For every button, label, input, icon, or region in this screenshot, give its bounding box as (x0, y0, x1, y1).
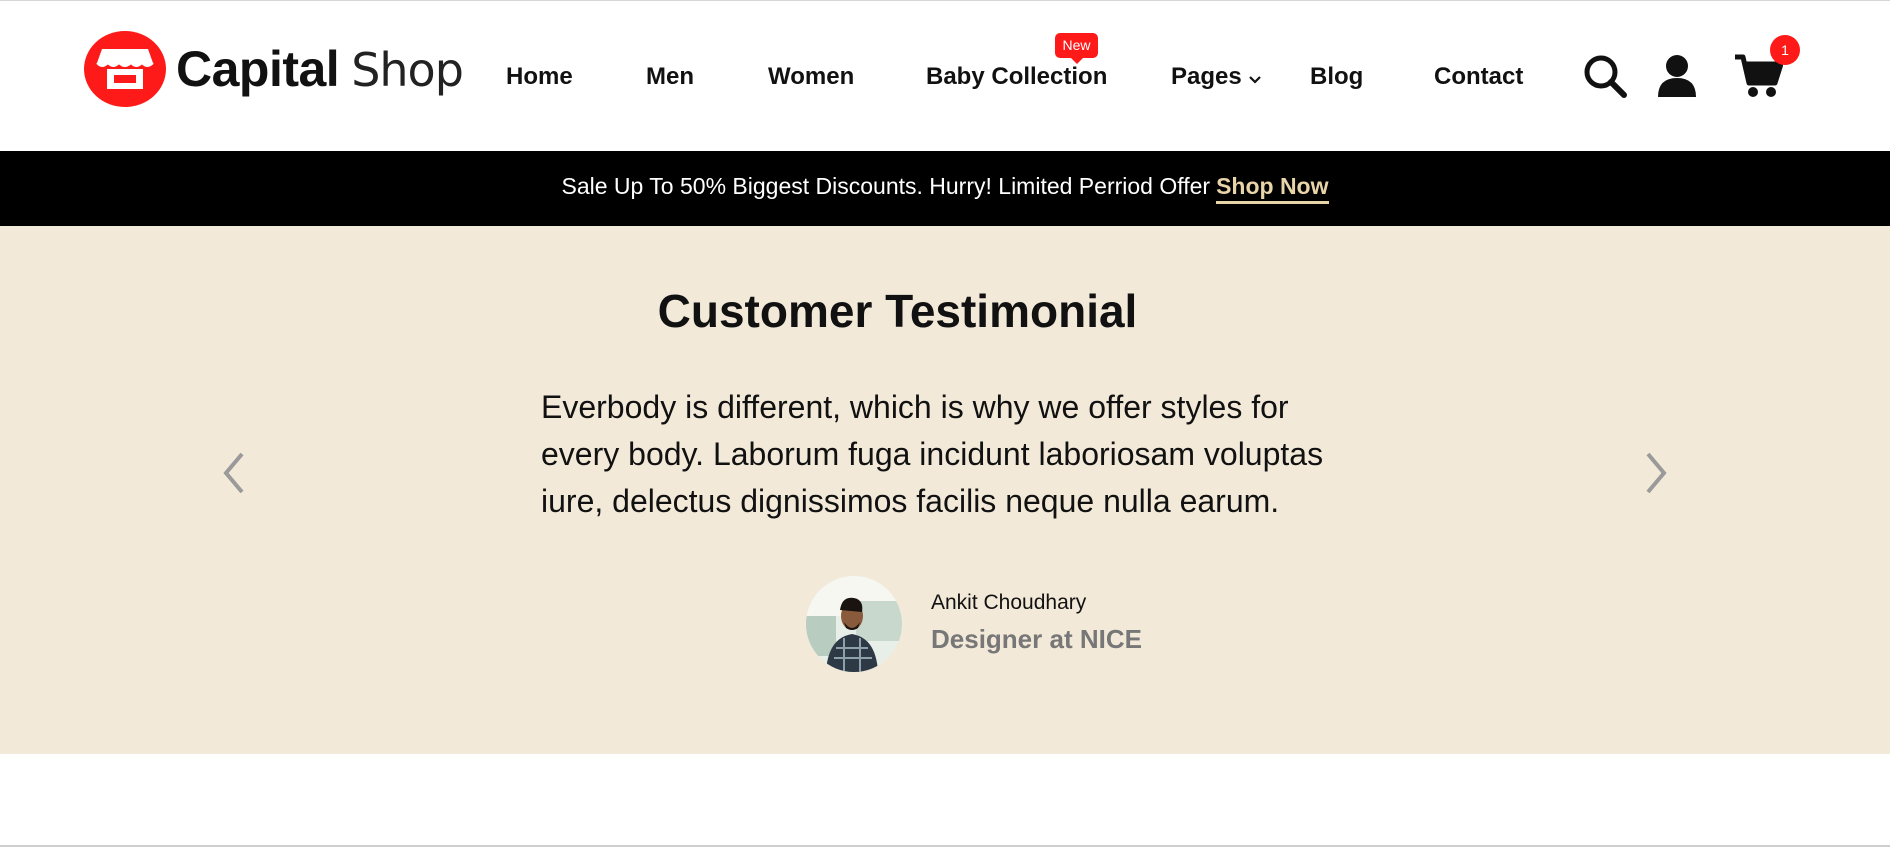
promo-content: Sale Up To 50% Biggest Discounts. Hurry!… (0, 173, 1890, 204)
author-avatar (806, 576, 902, 672)
new-badge: New (1055, 33, 1098, 64)
nav-blog[interactable]: Blog (1310, 63, 1363, 91)
author-name: Ankit Choudhary (931, 591, 1087, 614)
promo-text: Sale Up To 50% Biggest Discounts. Hurry!… (561, 173, 1211, 199)
brand-name-bold: Capital (176, 41, 340, 97)
search-icon[interactable] (1582, 53, 1628, 104)
shop-now-link[interactable]: Shop Now (1216, 173, 1329, 204)
nav-pages[interactable]: Pages (1171, 63, 1262, 92)
testimonial-section: Customer Testimonial Everbody is differe… (0, 226, 1890, 754)
chevron-left-icon[interactable] (214, 448, 254, 498)
testimonial-quote: Everbody is different, which is why we o… (541, 389, 1324, 519)
nav-pages-label: Pages (1171, 63, 1242, 90)
brand-name-light: Shop (351, 43, 464, 97)
site-header: Capital Shop New Home Men Women Baby Coll… (0, 1, 1890, 151)
brand-logo[interactable]: Capital Shop (84, 31, 464, 107)
brand-name: Capital Shop (176, 41, 464, 97)
nav-home[interactable]: Home (506, 63, 573, 91)
promo-bar: Sale Up To 50% Biggest Discounts. Hurry!… (0, 151, 1890, 226)
cart-count-badge: 1 (1770, 35, 1800, 65)
chevron-right-icon[interactable] (1636, 448, 1676, 498)
nav-baby-collection[interactable]: Baby Collection (926, 63, 1107, 91)
testimonial-title: Customer Testimonial (657, 285, 1138, 337)
nav-men[interactable]: Men (646, 63, 694, 91)
nav-women[interactable]: Women (768, 63, 854, 91)
chevron-down-icon (1248, 64, 1262, 92)
nav-contact[interactable]: Contact (1434, 63, 1523, 91)
shop-logo-icon (84, 31, 166, 107)
user-icon[interactable] (1657, 53, 1697, 104)
author-role: Designer at NICE (931, 624, 1142, 654)
